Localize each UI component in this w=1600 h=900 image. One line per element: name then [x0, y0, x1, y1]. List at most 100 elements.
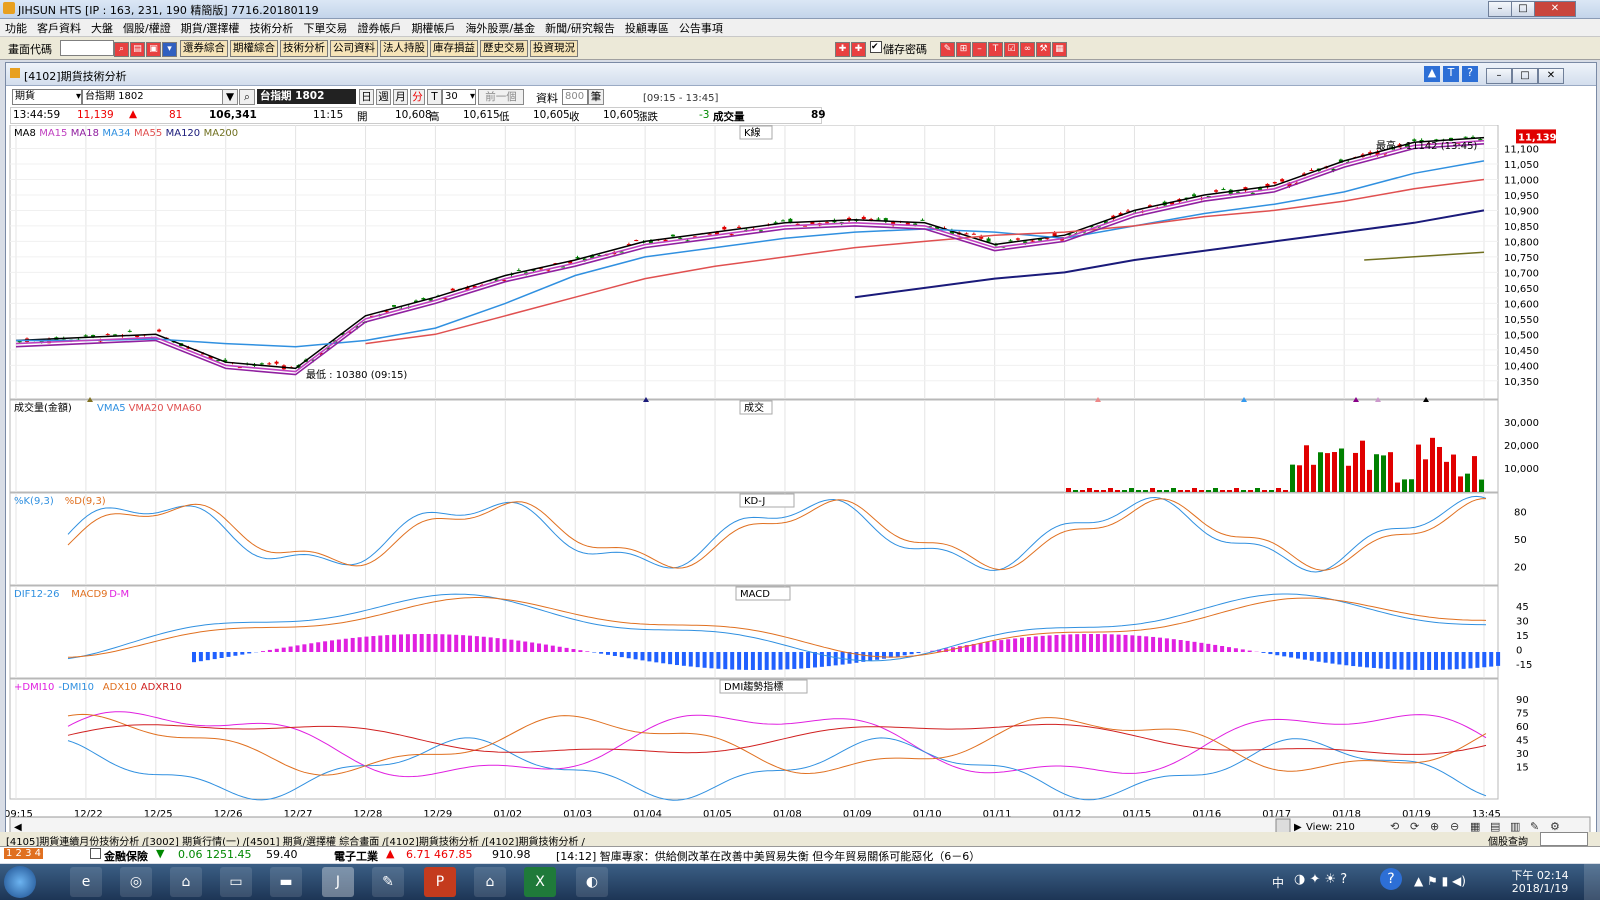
explorer-icon[interactable]: ▭ [220, 867, 252, 897]
volume-bar [1367, 469, 1372, 492]
menu-item[interactable]: 期貨/選擇權 [176, 19, 245, 37]
menu-item[interactable]: 客戶資料 [32, 19, 86, 37]
macd-bar [1461, 652, 1466, 669]
print-icon[interactable]: ▤ [130, 42, 145, 57]
code-input[interactable] [60, 40, 114, 56]
low-label: 低 [499, 111, 510, 123]
chart-canvas[interactable]: 09:15 12/22 12/25 12/26 12/27 12/28 12/29 01/02… [6, 125, 1594, 833]
minimize-button[interactable]: – [1488, 1, 1512, 17]
period-button[interactable]: 分 [410, 89, 425, 105]
chart-minimize-button[interactable]: – [1486, 68, 1512, 84]
toolbar-button[interactable]: 投資現況 [530, 40, 578, 57]
save-password-checkbox[interactable]: ✔ [870, 41, 882, 53]
powerpoint-icon[interactable]: P [424, 867, 456, 897]
prev-button[interactable]: 前一個 [478, 89, 524, 105]
ticker-checkbox[interactable] [90, 848, 101, 859]
toolbar-button[interactable]: 還券綜合 [180, 40, 228, 57]
chart-close-button[interactable]: ✕ [1538, 68, 1564, 84]
scroll-thumb[interactable] [1275, 818, 1291, 833]
volume-bar [1346, 465, 1351, 492]
menu-item[interactable]: 技術分析 [244, 19, 298, 37]
menu-item[interactable]: 個股/權證 [118, 19, 176, 37]
menu-item[interactable]: 下單交易 [298, 19, 352, 37]
menu-item[interactable]: 海外股票/基金 [460, 19, 540, 37]
period-button[interactable]: T [427, 89, 442, 105]
chrome-icon[interactable]: ◎ [120, 867, 152, 897]
help-icon[interactable]: ? [1380, 868, 1402, 890]
macd-bar [212, 652, 217, 660]
start-button[interactable] [4, 866, 36, 898]
app-icon-generic[interactable]: ◐ [576, 867, 608, 897]
show-desktop-button[interactable] [1584, 864, 1600, 900]
help-icon[interactable]: ? [1462, 66, 1478, 82]
volume-bar [1087, 488, 1092, 492]
text-icon[interactable]: T [988, 42, 1003, 57]
menu-item[interactable]: 功能 [0, 19, 32, 37]
menu-item[interactable]: 投顧專區 [620, 19, 674, 37]
text-t-icon[interactable]: T [1443, 66, 1459, 82]
up-icon[interactable]: ▲ [1424, 66, 1440, 82]
search-icon[interactable]: ⌕ [114, 42, 129, 57]
volume-bar [1073, 490, 1078, 492]
maximize-button[interactable]: □ [1511, 1, 1535, 17]
ticker-tab-icon[interactable]: 1 2 3 4 [4, 848, 43, 859]
language-indicator[interactable]: 中 [1272, 874, 1284, 891]
toolbar-button[interactable]: 公司資料 [330, 40, 378, 57]
toolbar-button[interactable]: 庫存損益 [430, 40, 478, 57]
data-unit-button[interactable]: 筆 [588, 89, 604, 105]
tools-icon[interactable]: ⚒ [1036, 42, 1051, 57]
ticker-sector-a-volume: 59.40 [266, 848, 298, 861]
period-button[interactable]: 日 [359, 89, 374, 105]
link-icon[interactable]: ∞ [1020, 42, 1035, 57]
menu-item[interactable]: 公告事項 [674, 19, 728, 37]
home-app-icon[interactable]: ⌂ [170, 867, 202, 897]
notes-icon[interactable]: ✎ [372, 867, 404, 897]
macd-bar [785, 652, 790, 670]
tray-flags-icon[interactable]: ▲ ⚑ ▮ ◀) [1414, 874, 1466, 888]
remove-icon[interactable]: ✚ [851, 42, 866, 57]
trading-app-icon[interactable]: J [322, 867, 354, 897]
volume-bar [1465, 473, 1470, 492]
chevron-down-icon: ▾ [75, 91, 81, 102]
dropdown-icon[interactable]: ▾ [162, 42, 177, 57]
toolbar-button[interactable]: 期權綜合 [230, 40, 278, 57]
layout-icon[interactable]: ▦ [1052, 42, 1067, 57]
y-tick: 10,800 [1504, 237, 1539, 248]
checkbox-icon[interactable]: ☑ [1004, 42, 1019, 57]
minus-icon[interactable]: – [972, 42, 987, 57]
close-button[interactable]: ✕ [1534, 1, 1576, 17]
market-value: 期貨 [15, 91, 35, 102]
menu-item[interactable]: 證券帳戶 [352, 19, 406, 37]
add-icon[interactable]: ✚ [835, 42, 850, 57]
toolbar-button[interactable]: 法人持股 [380, 40, 428, 57]
period-button[interactable]: 週 [376, 89, 391, 105]
edit-icon[interactable]: ✎ [940, 42, 955, 57]
toolbar-button[interactable]: 技術分析 [280, 40, 328, 57]
minutes-select[interactable]: 30 ▾ [442, 89, 476, 105]
window-icon[interactable]: ▣ [146, 42, 161, 57]
market-select[interactable]: 期貨 ▾ [12, 89, 82, 105]
toolbar-button[interactable]: 歷史交易 [480, 40, 528, 57]
data-count-input[interactable]: 800 [562, 89, 588, 105]
macd-bar [474, 636, 479, 652]
system-tray-icons[interactable]: ◑ ✦ ☀ ? [1294, 872, 1347, 887]
period-button[interactable]: 月 [393, 89, 408, 105]
contract-select[interactable]: 台指期 1802 [82, 89, 234, 105]
menu-item[interactable]: 大盤 [86, 19, 118, 37]
ie-icon[interactable]: e [70, 867, 102, 897]
chart-restore-button[interactable]: □ [1512, 68, 1538, 84]
grid-icon[interactable]: ⊞ [956, 42, 971, 57]
macd-bar [709, 652, 714, 669]
home-app-icon-2[interactable]: ⌂ [474, 867, 506, 897]
toolbar-icons-left: ⌕ ▤ ▣ ▾ [114, 41, 178, 57]
menu-item[interactable]: 新聞/研究報告 [540, 19, 620, 37]
contract-dropdown-button[interactable]: ▼ [222, 89, 238, 105]
macd-bar [1040, 635, 1045, 652]
search-icon[interactable]: ⌕ [239, 89, 255, 105]
macd-bar [847, 652, 852, 664]
excel-icon[interactable]: X [524, 867, 556, 897]
macd-bar [619, 652, 624, 658]
menu-item[interactable]: 期權帳戶 [406, 19, 460, 37]
stock-query-input[interactable] [1540, 832, 1588, 846]
folder-icon[interactable]: ▬ [270, 867, 302, 897]
